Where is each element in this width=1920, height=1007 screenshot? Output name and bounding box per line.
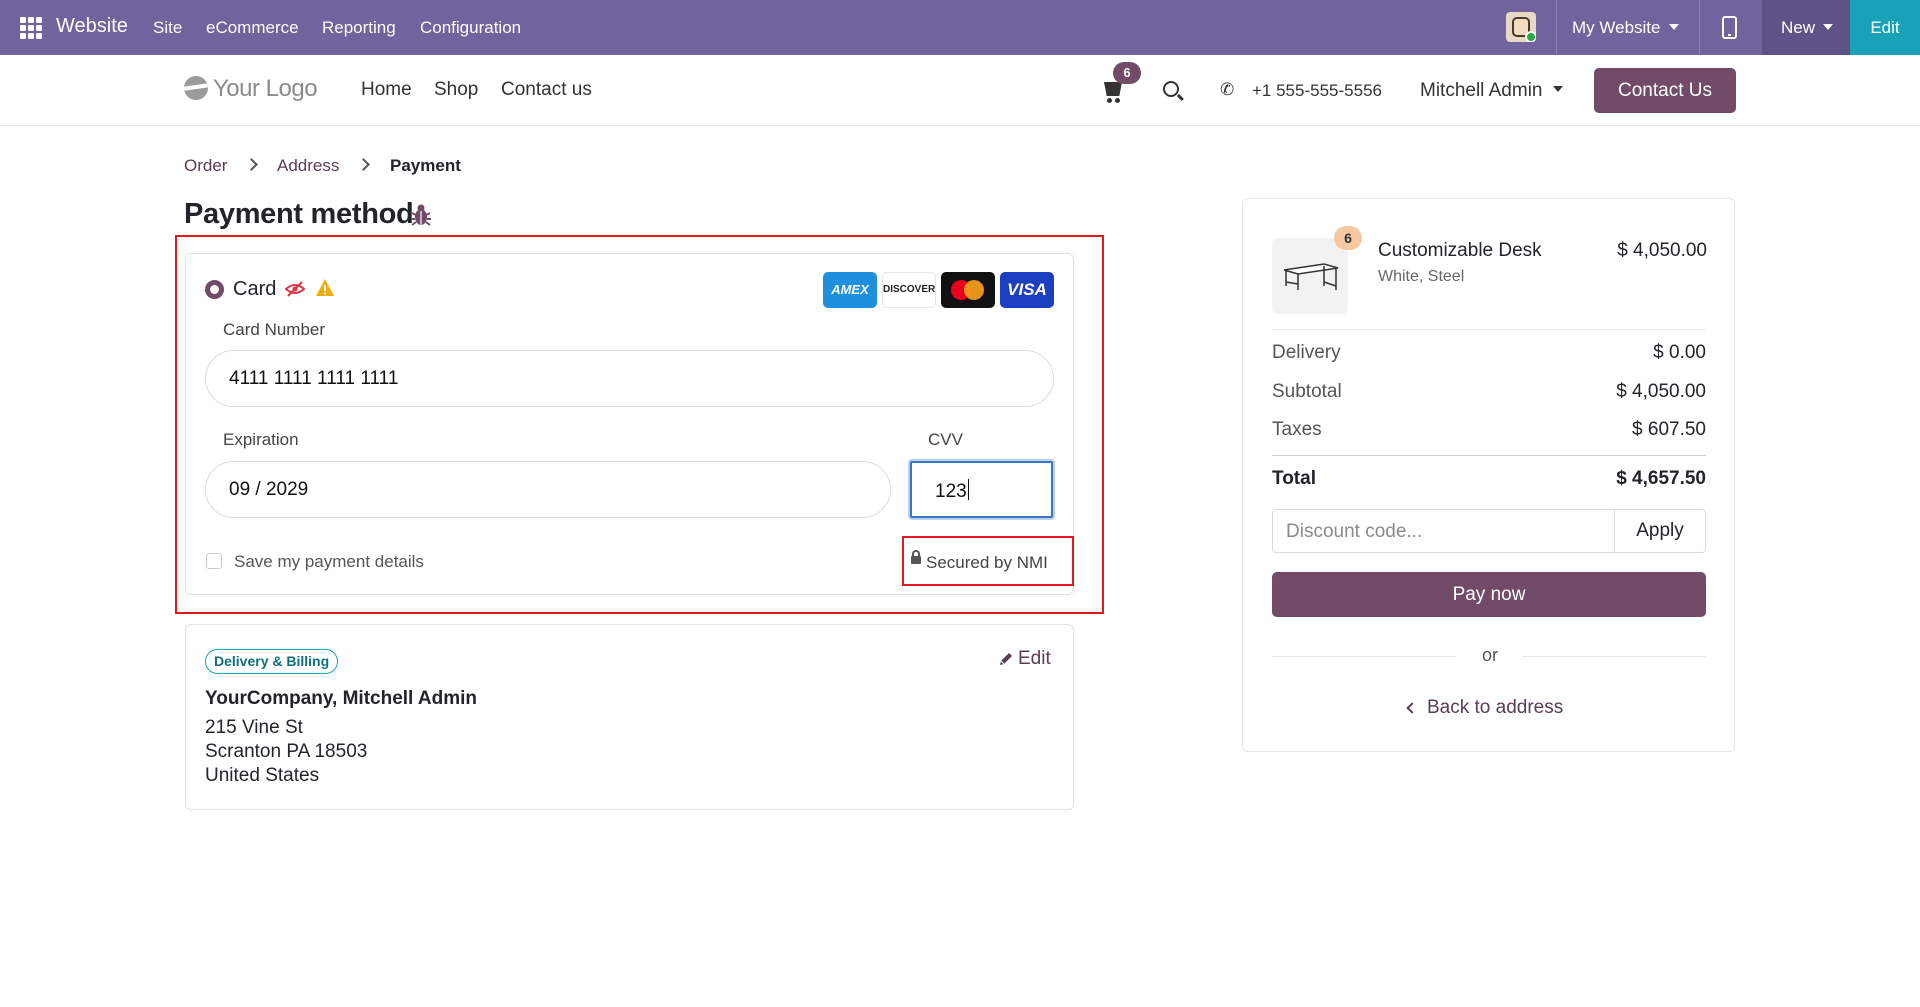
divider [1556, 0, 1557, 55]
discover-logo: DISCOVER [882, 272, 936, 308]
eye-slash-icon [285, 281, 305, 297]
desk-icon [1283, 263, 1339, 290]
subtotal-label: Subtotal [1272, 381, 1342, 402]
breadcrumb-order[interactable]: Order [184, 156, 227, 176]
logo-icon [184, 76, 208, 100]
nav-shop[interactable]: Shop [434, 79, 478, 101]
product-name: Customizable Desk [1378, 240, 1542, 261]
taxes-label: Taxes [1272, 419, 1322, 440]
cvv-input[interactable]: 123 [910, 461, 1053, 518]
phone-number[interactable]: +1 555-555-5556 [1252, 81, 1382, 101]
apply-button[interactable]: Apply [1614, 509, 1706, 553]
edit-address-link[interactable]: Edit [1018, 648, 1051, 670]
discount-code-input[interactable]: Discount code... [1272, 509, 1615, 553]
contact-us-button[interactable]: Contact Us [1594, 68, 1736, 113]
website-switcher[interactable]: My Website [1572, 18, 1679, 38]
chevron-down-icon [1668, 24, 1679, 30]
chevron-down-icon [1823, 24, 1834, 30]
address-line: 215 Vine St [205, 717, 303, 738]
menu-ecommerce[interactable]: eCommerce [206, 18, 299, 38]
divider [1699, 0, 1700, 55]
online-status-icon [1525, 31, 1536, 42]
warning-icon [316, 279, 334, 296]
menu-site[interactable]: Site [153, 18, 182, 38]
address-line: Scranton PA 18503 [205, 741, 368, 762]
pay-now-button[interactable]: Pay now [1272, 572, 1706, 617]
cart-count-badge: 6 [1113, 62, 1141, 84]
card-number-label: Card Number [223, 320, 326, 339]
mobile-preview-icon[interactable] [1722, 16, 1737, 39]
divider [1522, 656, 1706, 657]
product-variant: White, Steel [1378, 268, 1465, 285]
chevron-right-icon [357, 158, 370, 171]
expiration-label: Expiration [223, 430, 299, 449]
expiration-input[interactable]: 09 / 2029 [205, 461, 891, 518]
breadcrumb-payment: Payment [390, 156, 461, 175]
admin-navbar: Website Site eCommerce Reporting Configu… [0, 0, 1920, 55]
page-title: Payment method [184, 198, 414, 230]
product-qty-badge: 6 [1334, 226, 1362, 250]
edit-button[interactable]: Edit [1850, 0, 1920, 55]
card-method-label[interactable]: Card [233, 278, 276, 301]
or-separator: or [1481, 645, 1498, 665]
divider [1272, 656, 1456, 657]
visa-logo: VISA [1000, 272, 1054, 308]
delivery-billing-badge: Delivery & Billing [205, 649, 339, 674]
menu-reporting[interactable]: Reporting [322, 18, 396, 38]
taxes-value: $ 607.50 [1632, 419, 1706, 440]
menu-configuration[interactable]: Configuration [420, 18, 521, 38]
address-line: United States [205, 765, 320, 786]
product-thumbnail [1272, 238, 1348, 314]
chevron-right-icon [245, 158, 258, 171]
divider [1272, 329, 1706, 330]
save-payment-checkbox[interactable] [206, 553, 222, 569]
subtotal-value: $ 4,050.00 [1616, 381, 1706, 402]
chevron-down-icon [1552, 86, 1563, 92]
save-payment-label[interactable]: Save my payment details [234, 552, 424, 572]
breadcrumb-address[interactable]: Address [277, 156, 339, 176]
divider [1272, 455, 1706, 456]
site-logo[interactable]: Your Logo [184, 75, 318, 103]
nav-contact-us[interactable]: Contact us [501, 79, 592, 101]
search-icon[interactable] [1163, 81, 1179, 97]
card-radio[interactable] [205, 280, 224, 299]
apps-grid-icon[interactable] [20, 17, 42, 39]
secured-by-label: Secured by NMI [926, 553, 1048, 572]
user-avatar[interactable] [1506, 12, 1536, 42]
bug-icon[interactable] [410, 202, 432, 228]
user-menu[interactable]: Mitchell Admin [1420, 80, 1563, 102]
app-name[interactable]: Website [56, 15, 128, 38]
product-price: $ 4,050.00 [1617, 240, 1707, 261]
lock-icon [911, 550, 921, 564]
back-to-address-link[interactable]: Back to address [1427, 697, 1563, 719]
delivery-value: $ 0.00 [1653, 342, 1706, 363]
cvv-label: CVV [928, 430, 963, 449]
total-label: Total [1272, 468, 1316, 489]
total-value: $ 4,657.50 [1616, 468, 1706, 489]
phone-icon: ✆ [1220, 80, 1235, 99]
address-name: YourCompany, Mitchell Admin [205, 688, 477, 709]
card-number-input[interactable]: 4111 1111 1111 1111 [205, 350, 1054, 407]
new-button[interactable]: New [1762, 0, 1850, 55]
mastercard-logo [941, 272, 995, 308]
nav-home[interactable]: Home [361, 79, 412, 101]
pencil-icon[interactable] [998, 651, 1014, 667]
delivery-label: Delivery [1272, 342, 1341, 363]
amex-logo: AMEX [823, 272, 877, 308]
cart-icon[interactable] [1104, 82, 1122, 103]
